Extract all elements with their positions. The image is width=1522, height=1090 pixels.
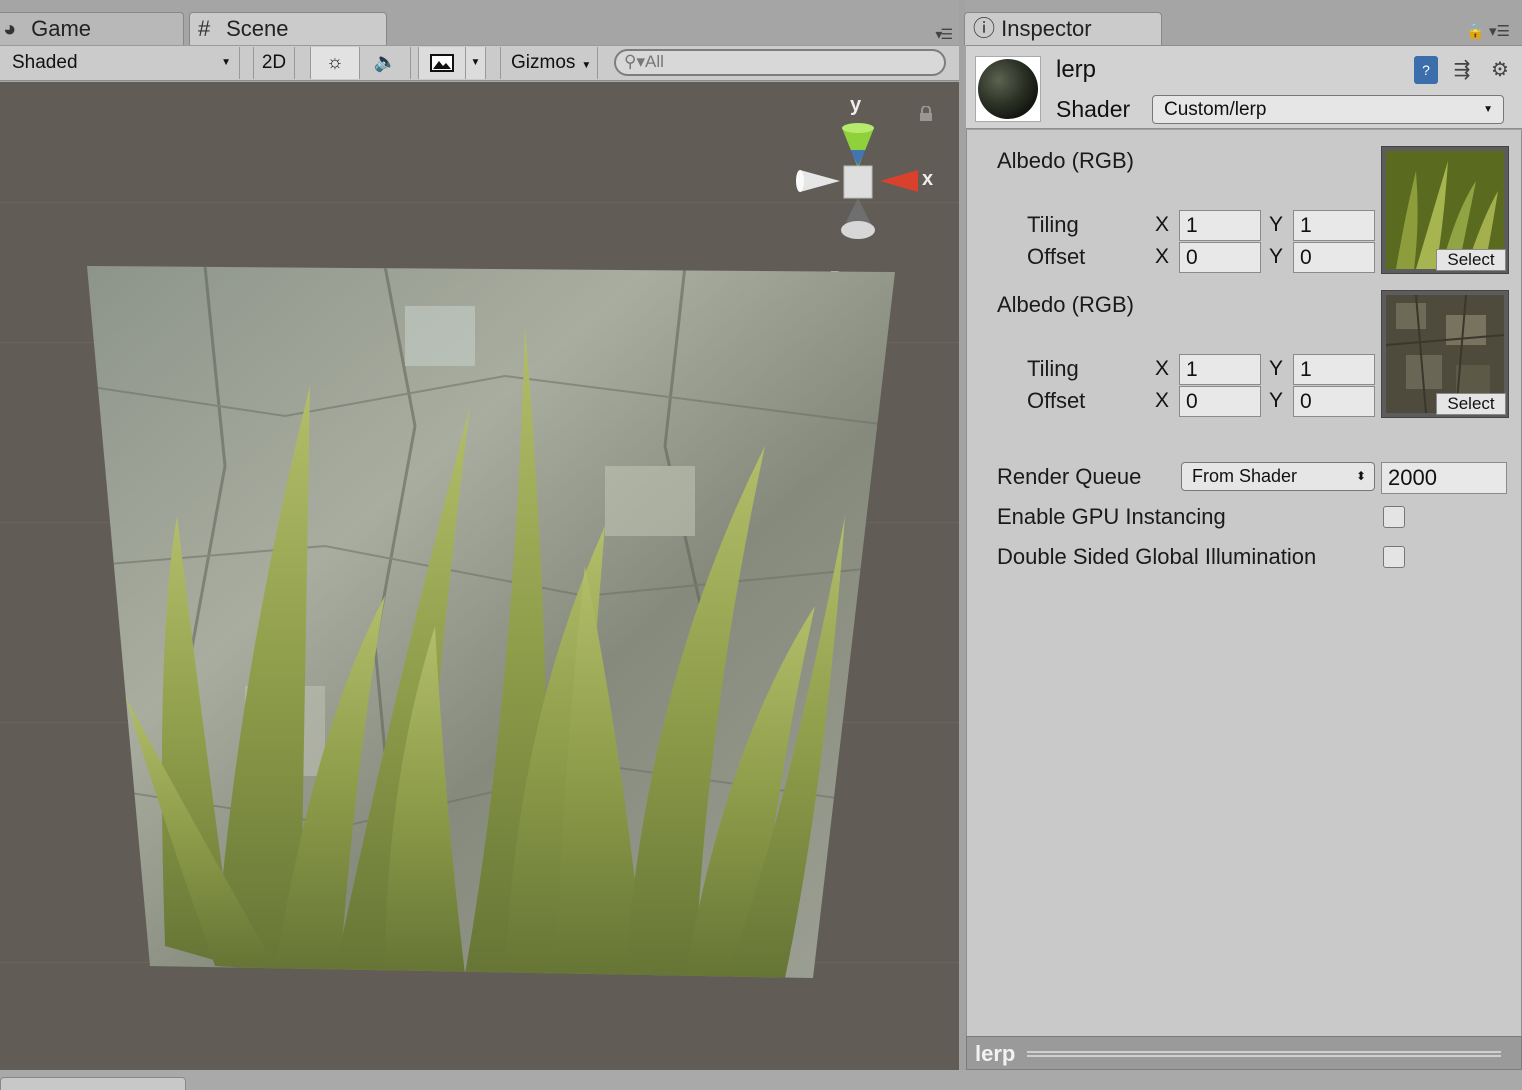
search-icon: ⚲▾ <box>624 52 645 71</box>
gear-icon[interactable]: ⚙ <box>1486 56 1514 84</box>
gpu-instancing-checkbox[interactable] <box>1383 506 1405 528</box>
texture-2-offset-y[interactable]: 0 <box>1293 386 1375 417</box>
audio-toggle-button[interactable]: 🔈 <box>361 47 411 79</box>
chevron-down-icon: ▼ <box>1483 104 1493 115</box>
texture-1-offset-y[interactable]: 0 <box>1293 242 1375 273</box>
chevron-down-icon: ▼ <box>581 60 592 71</box>
double-sided-gi-label: Double Sided Global Illumination <box>997 544 1317 569</box>
gizmos-label: Gizmos <box>511 52 576 73</box>
help-book-icon[interactable]: ? <box>1414 56 1438 84</box>
render-queue-value[interactable]: 2000 <box>1381 462 1507 494</box>
texture-2-select-button[interactable]: Select <box>1436 393 1506 415</box>
scene-panel-menu-icon[interactable]: ▾☰ <box>935 26 953 43</box>
texture-1-tiling-y[interactable]: 1 <box>1293 210 1375 241</box>
texture-2-tiling-y[interactable]: 1 <box>1293 354 1375 385</box>
grid-icon: # <box>198 16 211 41</box>
tab-scene-label: Scene <box>226 16 289 41</box>
scene-search-input[interactable]: ⚲▾All <box>614 49 946 76</box>
texture-2-tiling-label: Tiling <box>1027 356 1079 381</box>
preview-drag-handle[interactable] <box>1027 1051 1501 1057</box>
toggle-2d-button[interactable]: 2D <box>253 47 295 79</box>
tab-scene[interactable]: # Scene <box>189 12 387 45</box>
gpu-instancing-label: Enable GPU Instancing <box>997 504 1226 529</box>
x-label: X <box>1155 389 1170 412</box>
y-label: Y <box>1269 389 1284 412</box>
x-label: X <box>1155 213 1170 236</box>
tab-inspector[interactable]: ⓘ Inspector <box>964 12 1162 45</box>
render-queue-label: Render Queue <box>997 464 1142 489</box>
scene-tabbar: ◕ Game # Scene ▾☰ <box>0 0 959 45</box>
x-label: X <box>1155 245 1170 268</box>
y-label: Y <box>1269 213 1284 236</box>
shader-label: Shader <box>1056 96 1131 122</box>
effects-toggle-button[interactable] <box>418 47 466 79</box>
scene-viewport[interactable]: y x < Persp <box>0 82 959 1070</box>
texture-1-offset-x[interactable]: 0 <box>1179 242 1261 273</box>
texture-2-offset-label: Offset <box>1027 388 1086 413</box>
header-icons: ? ⇶ ⚙ <box>1414 56 1514 84</box>
speaker-icon: 🔈 <box>373 52 398 73</box>
x-label: X <box>1155 357 1170 380</box>
material-header: lerp Shader Custom/lerp ▼ ? ⇶ ⚙ <box>966 45 1522 129</box>
texture-1-offset-label: Offset <box>1027 244 1086 269</box>
lighting-toggle-button[interactable]: ☼ <box>310 47 360 79</box>
shading-mode-label: Shaded <box>12 52 78 73</box>
material-name: lerp <box>1056 56 1097 83</box>
shading-mode-dropdown[interactable]: Shaded ▼ <box>0 47 240 79</box>
effects-dropdown-arrow[interactable]: ▼ <box>466 47 486 79</box>
tab-game-label: Game <box>31 16 92 41</box>
texture-2-label: Albedo (RGB) <box>997 292 1134 317</box>
updown-arrows-icon: ⬍ <box>1355 469 1366 483</box>
game-controller-icon: ◕ <box>3 16 17 41</box>
shader-value: Custom/lerp <box>1164 99 1267 120</box>
texture-1-tiling-label: Tiling <box>1027 212 1079 237</box>
inspector-lock-menu-icons[interactable]: 🔒 ▾☰ <box>1466 22 1510 40</box>
texture-2-offset-x[interactable]: 0 <box>1179 386 1261 417</box>
inspector-tabbar: ⓘ Inspector 🔒 ▾☰ <box>964 0 1522 45</box>
render-queue-dropdown[interactable]: From Shader ⬍ <box>1181 462 1375 491</box>
shader-dropdown[interactable]: Custom/lerp ▼ <box>1152 95 1504 124</box>
image-icon <box>430 53 454 72</box>
gizmo-x-label: x <box>922 168 934 190</box>
texture-1-label: Albedo (RGB) <box>997 148 1134 173</box>
tab-console[interactable] <box>0 1077 186 1090</box>
render-queue-mode: From Shader <box>1192 466 1298 486</box>
texture-1-slot[interactable]: Select <box>1381 146 1509 274</box>
orientation-gizmo[interactable]: y x <box>790 90 940 250</box>
texture-2-tiling-x[interactable]: 1 <box>1179 354 1261 385</box>
tab-inspector-label: Inspector <box>1001 16 1092 41</box>
scene-panel: ◕ Game # Scene ▾☰ Shaded ▼ 2D ☼ 🔈 ▼ Gizm… <box>0 0 959 1070</box>
bottom-strip <box>0 1070 1522 1090</box>
info-icon: ⓘ <box>973 16 996 41</box>
y-label: Y <box>1269 357 1284 380</box>
footer-material-name: lerp <box>975 1041 1016 1066</box>
inspector-panel: ⓘ Inspector 🔒 ▾☰ lerp Shader Custom/lerp… <box>964 0 1522 1070</box>
tab-game[interactable]: ◕ Game <box>0 12 184 45</box>
material-properties: Albedo (RGB) Tiling Offset X Y X Y 1 1 0… <box>966 130 1522 1036</box>
texture-1-tiling-x[interactable]: 1 <box>1179 210 1261 241</box>
search-placeholder: All <box>644 52 664 71</box>
material-thumbnail <box>975 56 1041 122</box>
gizmos-dropdown[interactable]: Gizmos ▼ <box>500 47 598 79</box>
sun-icon: ☼ <box>326 52 344 73</box>
preset-sliders-icon[interactable]: ⇶ <box>1448 56 1476 84</box>
double-sided-gi-checkbox[interactable] <box>1383 546 1405 568</box>
texture-2-slot[interactable]: Select <box>1381 290 1509 418</box>
chevron-down-icon: ▼ <box>221 57 231 68</box>
scene-toolbar: Shaded ▼ 2D ☼ 🔈 ▼ Gizmos ▼ ⚲▾All <box>0 45 959 81</box>
preview-footer[interactable]: lerp <box>966 1036 1522 1070</box>
material-preview-quad <box>87 266 895 978</box>
y-label: Y <box>1269 245 1284 268</box>
texture-1-select-button[interactable]: Select <box>1436 249 1506 271</box>
gizmo-y-label: y <box>850 94 862 116</box>
